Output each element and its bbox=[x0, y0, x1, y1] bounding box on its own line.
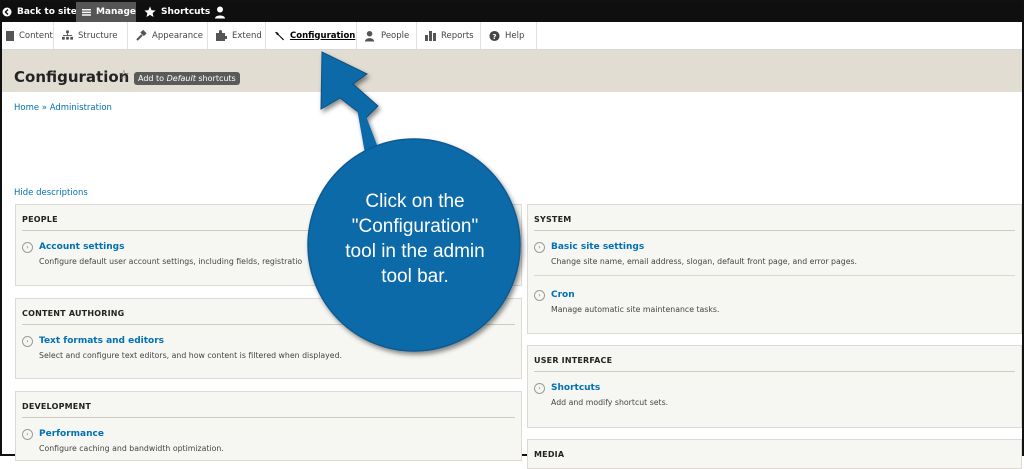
menu-item-label: Appearance bbox=[152, 30, 204, 41]
divider bbox=[22, 417, 515, 418]
chevron-right-icon: › bbox=[534, 242, 545, 253]
menu-item-label: People bbox=[381, 30, 410, 41]
badge-suffix: shortcuts bbox=[198, 74, 236, 83]
favorite-star-icon[interactable]: ☆ bbox=[118, 68, 130, 83]
menu-item-reports[interactable]: Reports bbox=[417, 22, 481, 49]
shortcuts-link[interactable]: Shortcuts bbox=[551, 383, 600, 393]
divider bbox=[22, 324, 515, 325]
menu-item-label: Content bbox=[19, 30, 53, 41]
menu-item-label: Configuration bbox=[290, 30, 356, 41]
performance-link[interactable]: Performance bbox=[39, 429, 104, 439]
badge-prefix: Add to bbox=[138, 74, 165, 83]
manage-button[interactable]: Manage bbox=[76, 2, 136, 22]
menu-item-structure[interactable]: Structure bbox=[54, 22, 128, 49]
panel-title: USER INTERFACE bbox=[534, 356, 613, 365]
item-description: Select and configure text editors, and h… bbox=[39, 351, 343, 360]
panel-title: PEOPLE bbox=[22, 215, 58, 224]
extend-icon bbox=[216, 30, 227, 41]
admin-toolbar: Back to site Manage Shortcuts bbox=[2, 2, 1022, 22]
system-panel: SYSTEM › Basic site settings Change site… bbox=[527, 204, 1022, 334]
menu-item-content[interactable]: Content bbox=[0, 22, 54, 49]
user-icon bbox=[215, 6, 225, 18]
chevron-right-icon: › bbox=[534, 290, 545, 301]
badge-em: Default bbox=[166, 74, 196, 83]
reports-icon bbox=[425, 30, 436, 41]
menu-item-extend[interactable]: Extend bbox=[208, 22, 266, 49]
user-button[interactable] bbox=[214, 2, 226, 22]
people-icon bbox=[365, 30, 376, 41]
breadcrumb[interactable]: Home » Administration bbox=[14, 103, 112, 113]
panel-title: SYSTEM bbox=[534, 215, 572, 224]
panel-title: CONTENT AUTHORING bbox=[22, 309, 125, 318]
appearance-icon bbox=[136, 30, 147, 41]
user-interface-panel: USER INTERFACE › Shortcuts Add and modif… bbox=[527, 345, 1022, 428]
chevron-right-icon: › bbox=[22, 429, 33, 440]
page-title: Configuration bbox=[14, 68, 130, 86]
shortcuts-button[interactable]: Shortcuts bbox=[144, 2, 210, 22]
basic-site-settings-link[interactable]: Basic site settings bbox=[551, 242, 644, 252]
help-icon: ? bbox=[489, 30, 500, 41]
admin-menu-bar: Content Structure Appearance Extend Conf… bbox=[2, 22, 1022, 50]
item-description: Configure default user account settings,… bbox=[39, 257, 303, 266]
add-to-shortcuts-button[interactable]: Add to Default shortcuts bbox=[134, 72, 240, 85]
divider bbox=[534, 230, 1015, 231]
callout-arrow-shaft bbox=[353, 86, 388, 182]
divider bbox=[534, 371, 1015, 372]
content-icon bbox=[6, 30, 14, 41]
callout-line: tool in the admin bbox=[345, 241, 485, 262]
chevron-right-icon: › bbox=[22, 242, 33, 253]
structure-icon bbox=[62, 30, 73, 41]
menu-item-label: Structure bbox=[78, 30, 118, 41]
svg-text:?: ? bbox=[492, 31, 496, 40]
cron-link[interactable]: Cron bbox=[551, 290, 575, 300]
menu-item-label: Reports bbox=[441, 30, 474, 41]
back-to-site-label: Back to site bbox=[17, 7, 77, 17]
wrench-icon bbox=[274, 30, 285, 41]
menu-item-label: Help bbox=[505, 30, 525, 41]
menu-item-appearance[interactable]: Appearance bbox=[128, 22, 208, 49]
back-to-site-button[interactable]: Back to site bbox=[2, 2, 77, 22]
item-description: Change site name, email address, slogan,… bbox=[551, 257, 858, 266]
media-panel: MEDIA bbox=[527, 439, 1022, 469]
divider bbox=[534, 275, 1015, 276]
callout-line: Click on the bbox=[365, 191, 465, 212]
panel-title: MEDIA bbox=[534, 450, 565, 459]
star-icon bbox=[144, 6, 156, 17]
menu-icon bbox=[82, 9, 91, 16]
menu-item-configuration[interactable]: Configuration bbox=[266, 22, 357, 49]
callout-line: "Configuration" bbox=[351, 216, 479, 237]
item-description: Manage automatic site maintenance tasks. bbox=[551, 305, 720, 314]
shortcuts-label: Shortcuts bbox=[161, 7, 211, 17]
callout-text: Click on the "Configuration" tool in the… bbox=[330, 189, 500, 289]
text-formats-link[interactable]: Text formats and editors bbox=[39, 336, 164, 346]
item-description: Configure caching and bandwidth optimiza… bbox=[39, 444, 224, 453]
content-authoring-panel: CONTENT AUTHORING › Text formats and edi… bbox=[15, 298, 522, 379]
back-arrow-icon bbox=[2, 7, 12, 17]
chevron-right-icon: › bbox=[534, 383, 545, 394]
menu-item-people[interactable]: People bbox=[357, 22, 417, 49]
manage-label: Manage bbox=[95, 7, 136, 17]
account-settings-link[interactable]: Account settings bbox=[39, 242, 124, 252]
page-title-band bbox=[2, 50, 1022, 92]
panel-title: DEVELOPMENT bbox=[22, 402, 92, 411]
menu-item-help[interactable]: ? Help bbox=[481, 22, 537, 49]
chevron-right-icon: › bbox=[22, 336, 33, 347]
callout-line: tool bar. bbox=[381, 266, 449, 287]
menu-item-label: Extend bbox=[232, 30, 262, 41]
hide-descriptions-link[interactable]: Hide descriptions bbox=[14, 188, 88, 198]
development-panel: DEVELOPMENT › Performance Configure cach… bbox=[15, 391, 522, 461]
item-description: Add and modify shortcut sets. bbox=[551, 398, 669, 407]
